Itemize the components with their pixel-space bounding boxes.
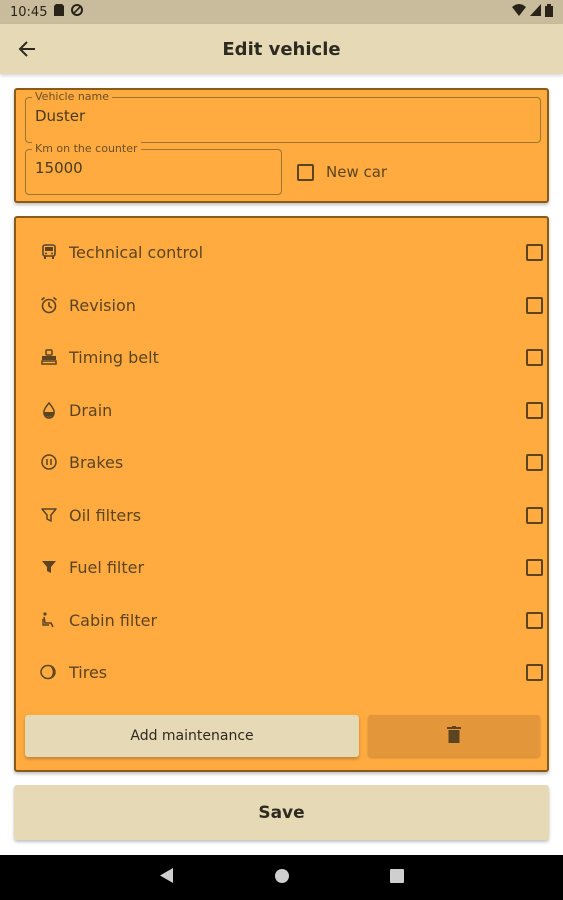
maintenance-item-brakes[interactable]: Brakes — [38, 444, 543, 480]
maintenance-checkbox[interactable] — [526, 348, 543, 366]
filter-icon — [38, 556, 60, 578]
maintenance-card: Technical control Revision Timing belt D… — [14, 216, 549, 772]
maintenance-item-tires[interactable]: Tires — [38, 654, 543, 690]
delete-button[interactable] — [368, 715, 540, 757]
maintenance-checkbox[interactable] — [526, 506, 543, 524]
vehicle-name-field[interactable]: Vehicle name Duster — [25, 90, 541, 143]
maintenance-checkbox[interactable] — [526, 401, 543, 419]
maintenance-item-cabin-filter[interactable]: Cabin filter — [38, 602, 543, 638]
back-triangle-icon[interactable] — [159, 868, 174, 887]
sync-icon — [71, 4, 84, 20]
status-time: 10:45 — [10, 4, 48, 20]
maintenance-checkbox[interactable] — [526, 453, 543, 471]
save-button[interactable]: Save — [14, 785, 549, 840]
filter-outline-icon — [38, 504, 60, 526]
app-bar: Edit vehicle — [0, 24, 563, 74]
tire-icon — [38, 661, 60, 683]
maintenance-item-label: Drain — [69, 400, 113, 420]
add-maintenance-button[interactable]: Add maintenance — [25, 715, 359, 757]
status-bar: 10:45 — [0, 0, 563, 24]
maintenance-checkbox[interactable] — [526, 611, 543, 629]
home-circle-icon[interactable] — [274, 868, 290, 888]
alarm-clock-icon — [38, 294, 60, 316]
wifi-icon — [512, 4, 526, 20]
maintenance-item-label: Tires — [69, 662, 108, 682]
maintenance-checkbox[interactable] — [526, 296, 543, 314]
vehicle-name-label: Vehicle name — [32, 90, 113, 104]
brake-disc-icon — [38, 451, 60, 473]
battery-icon — [545, 3, 553, 21]
maintenance-checkbox[interactable] — [526, 663, 543, 681]
sd-card-icon — [54, 4, 65, 20]
maintenance-checkbox[interactable] — [526, 243, 543, 261]
vehicle-name-value[interactable]: Duster — [35, 107, 85, 125]
oil-drop-icon — [38, 399, 60, 421]
km-counter-label: Km on the counter — [32, 142, 141, 156]
maintenance-item-label: Fuel filter — [69, 557, 145, 577]
recents-square-icon[interactable] — [389, 868, 404, 887]
new-car-checkbox[interactable] — [297, 163, 314, 181]
car-seat-icon — [38, 609, 60, 631]
trash-icon — [447, 725, 461, 747]
new-car-label: New car — [326, 163, 388, 181]
vehicle-info-card: Vehicle name Duster Km on the counter 15… — [14, 88, 549, 203]
new-car-toggle[interactable]: New car — [297, 163, 387, 181]
maintenance-checkbox[interactable] — [526, 558, 543, 576]
page-title: Edit vehicle — [222, 38, 341, 60]
maintenance-item-technical-control[interactable]: Technical control — [38, 234, 543, 270]
maintenance-item-timing-belt[interactable]: Timing belt — [38, 339, 543, 375]
maintenance-item-label: Oil filters — [69, 505, 142, 525]
km-counter-value[interactable]: 15000 — [35, 159, 83, 177]
system-nav-bar — [0, 855, 563, 900]
maintenance-item-drain[interactable]: Drain — [38, 392, 543, 428]
signal-icon — [530, 4, 541, 20]
maintenance-item-revision[interactable]: Revision — [38, 287, 543, 323]
maintenance-item-label: Cabin filter — [69, 610, 158, 630]
maintenance-item-fuel-filter[interactable]: Fuel filter — [38, 549, 543, 585]
maintenance-item-label: Brakes — [69, 452, 124, 472]
maintenance-item-label: Technical control — [69, 242, 204, 262]
km-counter-field[interactable]: Km on the counter 15000 — [25, 142, 282, 195]
maintenance-item-label: Revision — [69, 295, 136, 315]
arrow-back-icon[interactable] — [14, 36, 40, 62]
maintenance-item-oil-filters[interactable]: Oil filters — [38, 497, 543, 533]
car-inspection-icon — [38, 241, 60, 263]
maintenance-item-label: Timing belt — [69, 347, 159, 367]
engine-icon — [38, 346, 60, 368]
